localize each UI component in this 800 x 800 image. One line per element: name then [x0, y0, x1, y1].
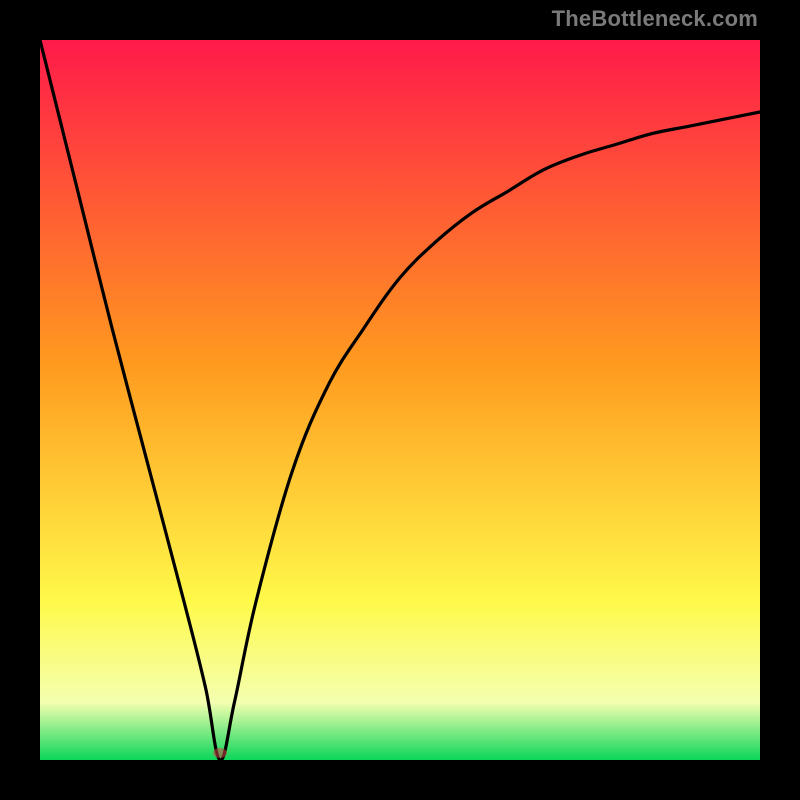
- curve-layer: [40, 40, 760, 760]
- plot-area: [40, 40, 760, 760]
- min-marker: [213, 748, 227, 758]
- bottleneck-curve: [40, 40, 760, 760]
- chart-container: TheBottleneck.com: [0, 0, 800, 800]
- watermark-text: TheBottleneck.com: [552, 6, 758, 32]
